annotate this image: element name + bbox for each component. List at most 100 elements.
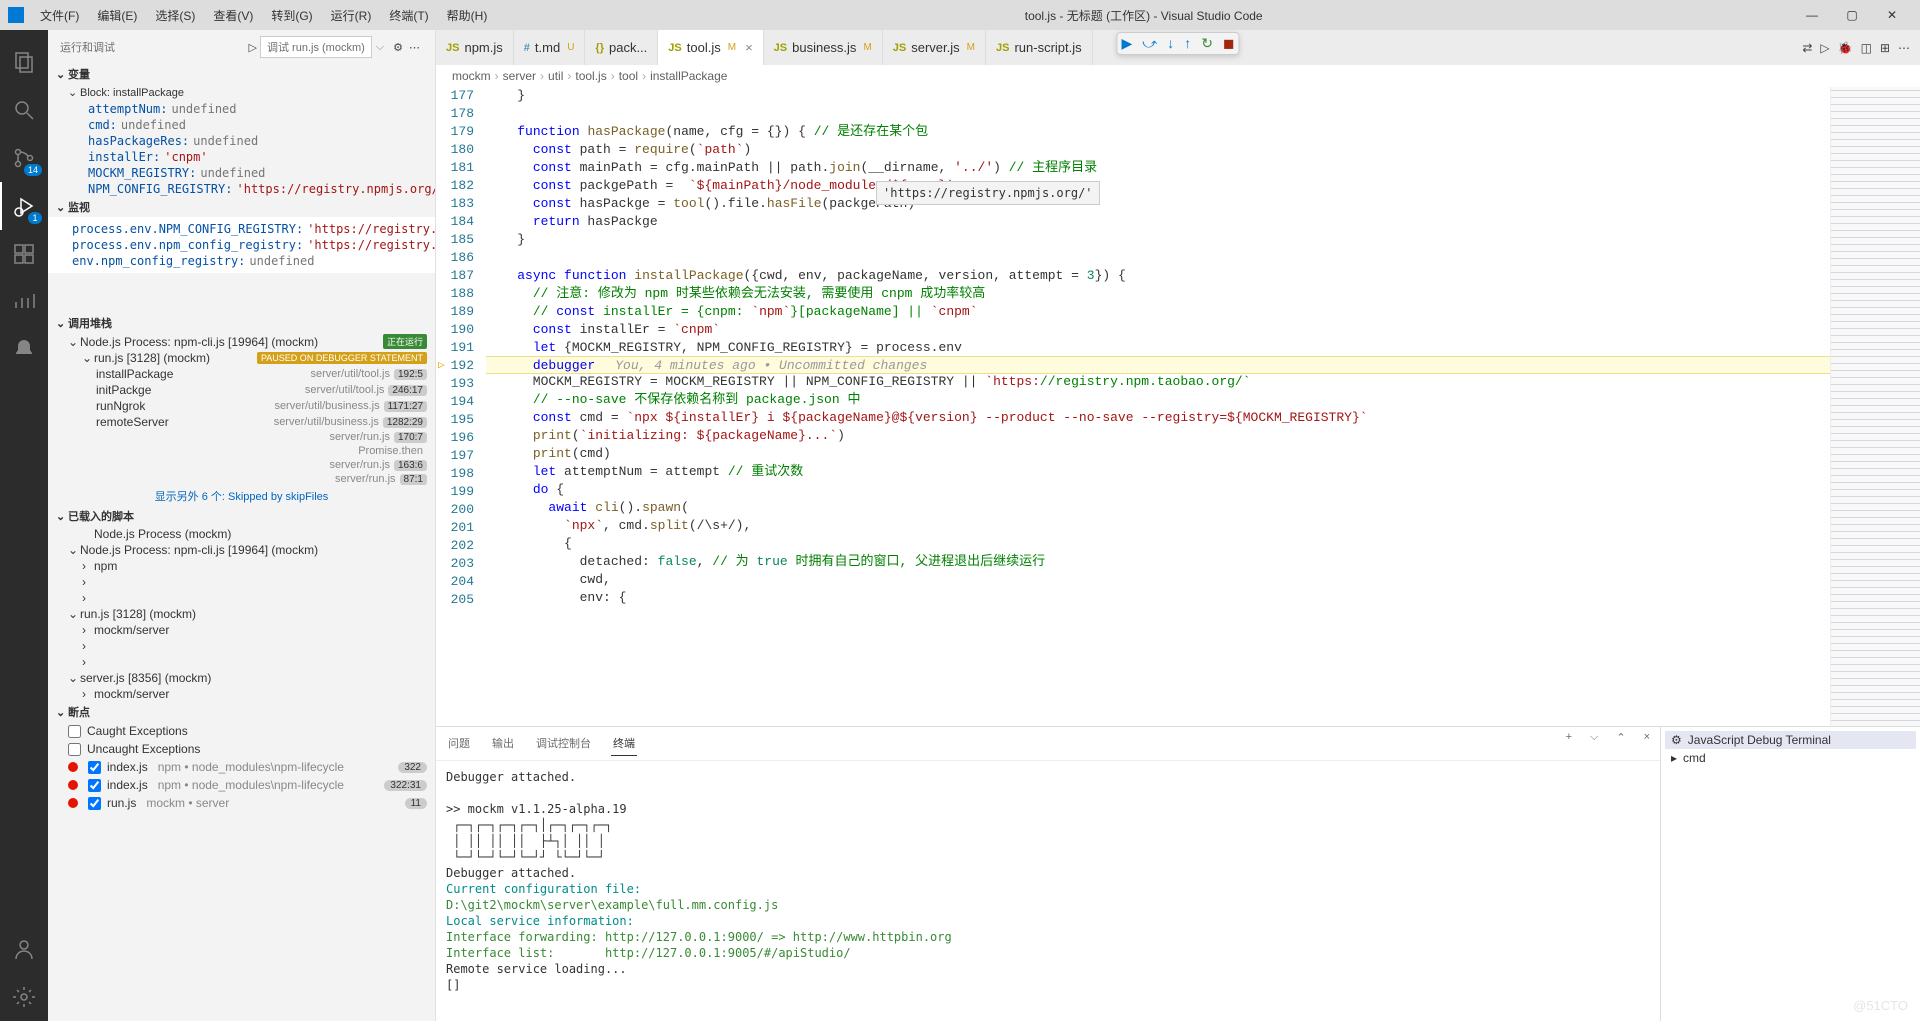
breakpoint-checkbox[interactable] [88, 761, 101, 774]
scm-icon[interactable]: 14 [0, 134, 48, 182]
editor-tab[interactable]: JSnpm.js [436, 30, 514, 65]
preview-icon[interactable]: ⊞ [1880, 41, 1890, 55]
breakpoints-section[interactable]: ⌄断点 [48, 702, 435, 722]
compare-icon[interactable]: ⇄ [1802, 41, 1812, 55]
menu-item[interactable]: 帮助(H) [439, 3, 496, 28]
new-terminal-icon[interactable]: + [1566, 731, 1572, 756]
loaded-script-item[interactable]: ›mockm/server [48, 686, 435, 702]
breakpoint-item[interactable]: index.jsnpm • node_modules\npm-lifecycle… [48, 758, 435, 776]
code-editor[interactable]: ▷ 17717817918018118218318418518618718818… [436, 87, 1920, 726]
menu-item[interactable]: 终端(T) [381, 3, 436, 28]
editor-tab[interactable]: JSbusiness.jsM [764, 30, 883, 65]
minimap[interactable] [1830, 87, 1920, 726]
step-over-icon[interactable]: ⤻ [1142, 35, 1157, 52]
step-out-icon[interactable]: ↑ [1184, 35, 1191, 52]
callstack-item[interactable]: server/run.js163:6 [48, 458, 435, 472]
search-icon[interactable] [0, 86, 48, 134]
panel-tab[interactable]: 输出 [490, 731, 516, 756]
breakpoint-checkbox[interactable] [88, 797, 101, 810]
callstack-item[interactable]: Promise.then [48, 444, 435, 458]
close-panel-icon[interactable]: × [1644, 731, 1650, 756]
minimize-button[interactable]: — [1792, 4, 1832, 26]
panel-tab[interactable]: 终端 [611, 731, 637, 756]
callstack-item[interactable]: ⌄Node.js Process: npm-cli.js [19964] (mo… [48, 333, 435, 350]
loaded-script-item[interactable]: › [48, 638, 435, 654]
run-icon[interactable]: ▷ [1820, 41, 1829, 55]
loaded-script-item[interactable]: ⌄Node.js Process: npm-cli.js [19964] (mo… [48, 542, 435, 558]
variable-item[interactable]: installEr:'cnpm' [48, 149, 435, 165]
terminal-dropdown-icon[interactable]: ⌵ [1590, 731, 1598, 756]
more-icon[interactable]: ⋯ [409, 41, 420, 54]
breakpoint-item[interactable]: index.jsnpm • node_modules\npm-lifecycle… [48, 776, 435, 794]
callstack-item[interactable]: server/run.js87:1 [48, 472, 435, 486]
maximize-panel-icon[interactable]: ⌃ [1616, 731, 1625, 756]
breakpoint-checkbox[interactable] [68, 743, 81, 756]
variable-item[interactable]: hasPackageRes:undefined [48, 133, 435, 149]
loaded-script-item[interactable]: › [48, 574, 435, 590]
loaded-script-item[interactable]: Node.js Process (mockm) [48, 526, 435, 542]
account-icon[interactable] [0, 925, 48, 973]
breadcrumb-item[interactable]: tool [619, 69, 638, 83]
debug-run-icon[interactable]: 🐞 [1838, 41, 1853, 55]
restart-icon[interactable]: ↻ [1201, 35, 1213, 52]
watch-item[interactable]: process.env.npm_config_registry:'https:/… [48, 237, 435, 253]
menu-item[interactable]: 文件(F) [32, 3, 87, 28]
callstack-item[interactable]: ⌄run.js [3128] (mockm)PAUSED ON DEBUGGER… [48, 350, 435, 366]
debug-config-select[interactable]: 调试 run.js (mockm) [260, 36, 372, 58]
editor-tab[interactable]: JSrun-script.js [986, 30, 1093, 65]
split-icon[interactable]: ◫ [1861, 41, 1872, 55]
bell-icon[interactable] [0, 326, 48, 374]
breadcrumb-item[interactable]: server [503, 69, 536, 83]
menu-item[interactable]: 选择(S) [147, 3, 203, 28]
loaded-script-item[interactable]: ›mockm/server [48, 622, 435, 638]
menu-item[interactable]: 运行(R) [323, 3, 380, 28]
variable-item[interactable]: NPM_CONFIG_REGISTRY:'https://registry.np… [48, 181, 435, 197]
skipped-frames-link[interactable]: 显示另外 6 个: Skipped by skipFiles [48, 486, 435, 506]
watch-section[interactable]: ⌄监视 [48, 197, 435, 217]
start-debug-icon[interactable]: ▷ [249, 41, 257, 54]
loaded-script-item[interactable]: ⌄run.js [3128] (mockm) [48, 606, 435, 622]
breakpoint-item[interactable]: Caught Exceptions [48, 722, 435, 740]
stop-icon[interactable]: ◼ [1223, 35, 1235, 52]
settings-icon[interactable] [0, 973, 48, 1021]
callstack-item[interactable]: initPackgeserver/util/tool.js246:17 [48, 382, 435, 398]
breadcrumb[interactable]: mockm›server›util›tool.js›tool›installPa… [436, 65, 1920, 87]
maximize-button[interactable]: ▢ [1832, 4, 1872, 26]
editor-tab[interactable]: {}pack... [585, 30, 658, 65]
loaded-script-item[interactable]: ›npm [48, 558, 435, 574]
block-scope[interactable]: ⌄Block: installPackage [48, 84, 435, 101]
loaded-script-item[interactable]: ⌄server.js [8356] (mockm) [48, 670, 435, 686]
explorer-icon[interactable] [0, 38, 48, 86]
terminal-instance[interactable]: ▸cmd [1665, 749, 1916, 767]
breadcrumb-item[interactable]: mockm [452, 69, 491, 83]
breadcrumb-item[interactable]: util [548, 69, 563, 83]
callstack-item[interactable]: remoteServerserver/util/business.js1282:… [48, 414, 435, 430]
breakpoint-checkbox[interactable] [88, 779, 101, 792]
close-tab-icon[interactable]: × [745, 40, 753, 55]
editor-tab[interactable]: JSserver.jsM [883, 30, 986, 65]
menu-item[interactable]: 转到(G) [263, 3, 320, 28]
breakpoint-item[interactable]: run.jsmockm • server11 [48, 794, 435, 812]
debug-icon[interactable]: 1 [0, 182, 48, 230]
terminal-output[interactable]: Debugger attached. >> mockm v1.1.25-alph… [436, 761, 1660, 1021]
watch-item[interactable]: env.npm_config_registry:undefined [48, 253, 435, 269]
editor-tab[interactable]: JStool.jsM× [658, 30, 763, 65]
loaded-script-item[interactable]: › [48, 654, 435, 670]
callstack-section[interactable]: ⌄调用堆栈 [48, 313, 435, 333]
gear-icon[interactable]: ⚙ [393, 41, 403, 54]
menu-item[interactable]: 查看(V) [205, 3, 261, 28]
menu-item[interactable]: 编辑(E) [89, 3, 145, 28]
step-into-icon[interactable]: ↓ [1167, 35, 1174, 52]
callstack-item[interactable]: installPackageserver/util/tool.js192:5 [48, 366, 435, 382]
graph-icon[interactable] [0, 278, 48, 326]
variable-item[interactable]: MOCKM_REGISTRY:undefined [48, 165, 435, 181]
continue-icon[interactable]: ▶ [1121, 35, 1132, 52]
loaded-scripts-section[interactable]: ⌄已载入的脚本 [48, 506, 435, 526]
watch-item[interactable]: process.env.NPM_CONFIG_REGISTRY:'https:/… [48, 221, 435, 237]
breadcrumb-item[interactable]: installPackage [650, 69, 727, 83]
config-dropdown-icon[interactable]: ⌵ [376, 41, 384, 54]
variable-item[interactable]: cmd:undefined [48, 117, 435, 133]
more-actions-icon[interactable]: ⋯ [1898, 41, 1910, 55]
terminal-instance[interactable]: ⚙JavaScript Debug Terminal [1665, 731, 1916, 749]
editor-tab[interactable]: #t.mdU [514, 30, 586, 65]
